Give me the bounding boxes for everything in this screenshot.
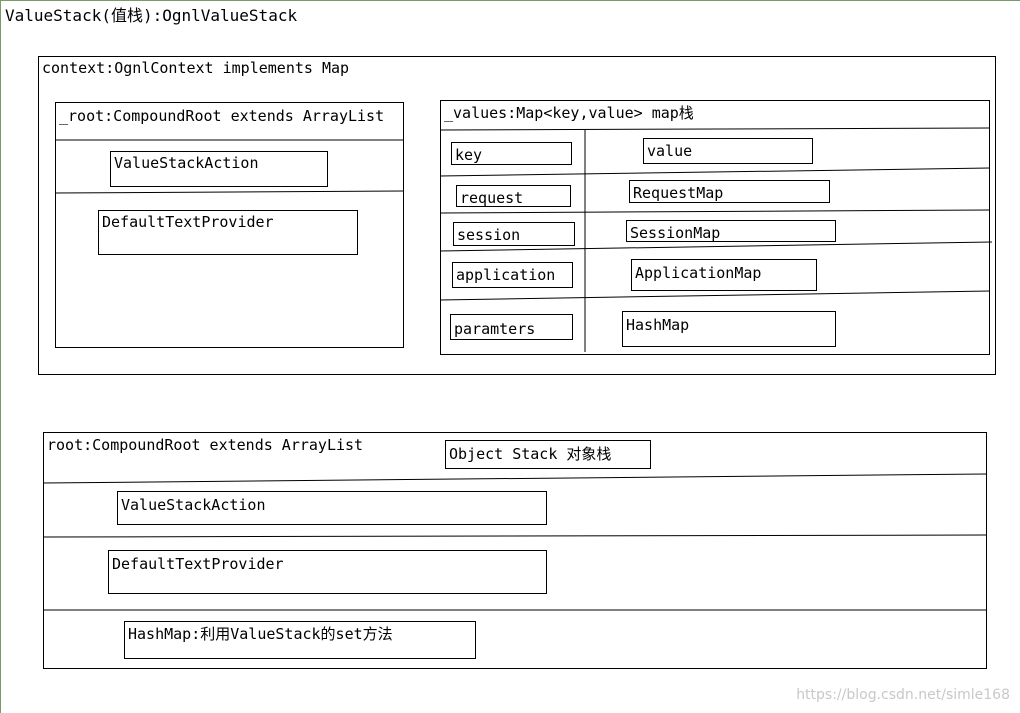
root-stack-row-divider xyxy=(42,534,988,538)
watermark: https://blog.csdn.net/simle168 xyxy=(796,687,1010,703)
values-row-divider xyxy=(439,290,991,301)
root-stack-header-divider xyxy=(42,473,988,484)
root-item-divider xyxy=(54,190,405,194)
divider-lines xyxy=(42,127,993,611)
values-row-divider xyxy=(439,209,991,214)
values-row-divider xyxy=(439,241,993,252)
values-header-divider xyxy=(439,127,991,131)
values-row-divider xyxy=(439,167,991,177)
